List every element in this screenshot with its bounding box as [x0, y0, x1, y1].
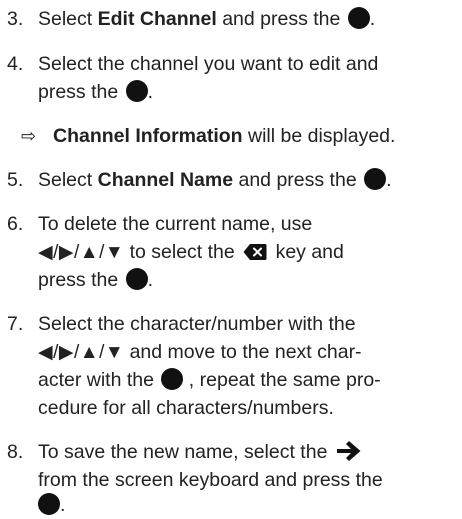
step-text-part: , repeat the same pro- — [183, 369, 381, 391]
step-text: cedure for all characters/numbers. — [38, 397, 334, 419]
step-number: 6. — [7, 213, 24, 235]
right-arrow-icon — [336, 441, 361, 461]
step-text: from the screen keyboard and press the — [38, 469, 383, 491]
step-text: Select Channel Name and press the . — [38, 166, 462, 194]
ok-button-icon — [347, 7, 370, 29]
step-number: 5. — [7, 169, 24, 191]
ok-button-icon — [364, 168, 387, 190]
delete-key-icon — [243, 244, 267, 260]
step-text: press the . — [38, 266, 462, 294]
step-text: To save the new name, select the — [38, 438, 462, 466]
step-text-part: . — [369, 8, 376, 30]
step-text: To delete the current name, use — [38, 213, 313, 235]
menu-item-edit-channel: Edit Channel — [97, 8, 217, 30]
step-text-part: . — [147, 81, 154, 103]
ok-button-icon — [161, 368, 184, 390]
step-text: ◀/▶/▲/▼ and move to the next char- — [38, 338, 462, 367]
menu-item-channel-name: Channel Name — [97, 169, 234, 191]
step-text-part: and press the — [216, 8, 346, 30]
navigation-arrows-icon: ◀/▶/▲/▼ — [38, 342, 125, 363]
navigation-arrows-icon: ◀/▶/▲/▼ — [38, 242, 125, 263]
step-text-part: . — [60, 494, 66, 516]
ok-button-icon — [125, 268, 148, 290]
step-text-part: will be displayed. — [242, 125, 396, 147]
step-text-part: and move to the next char- — [124, 341, 362, 363]
step-number: 8. — [7, 441, 24, 463]
result-arrow-icon: ⇨ — [21, 126, 37, 146]
step-text-part: Select — [38, 8, 98, 30]
step-text: . — [38, 491, 462, 519]
step-text-part: . — [386, 169, 392, 191]
step-text-part: Select — [38, 169, 98, 191]
step-text: Select Edit Channel and press the . — [38, 5, 462, 33]
step-text: ◀/▶/▲/▼ to select the key and — [38, 238, 462, 267]
step-text: Select the channel you want to edit and — [38, 53, 379, 75]
step-text-part: and press the — [233, 169, 363, 191]
result-text: Channel Information will be displayed. — [53, 122, 395, 150]
step-text: press the . — [38, 78, 462, 106]
step-number: 4. — [7, 53, 24, 75]
step-text-part: press the — [38, 269, 124, 291]
ok-button-icon — [38, 493, 60, 515]
ok-button-icon — [125, 80, 148, 102]
step-text: Select the character/number with the — [38, 313, 356, 335]
step-text-part: key and — [270, 241, 344, 263]
step-text-part: to select the — [124, 241, 241, 263]
step-number: 3. — [7, 8, 24, 30]
step-text-part: press the — [38, 81, 124, 103]
step-text-part: . — [147, 269, 154, 291]
step-text-part: To save the new name, select the — [38, 441, 333, 463]
step-text: acter with the , repeat the same pro- — [38, 366, 462, 394]
step-text-part: acter with the — [38, 369, 160, 391]
step-number: 7. — [7, 313, 24, 335]
screen-channel-information: Channel Information — [53, 125, 243, 147]
